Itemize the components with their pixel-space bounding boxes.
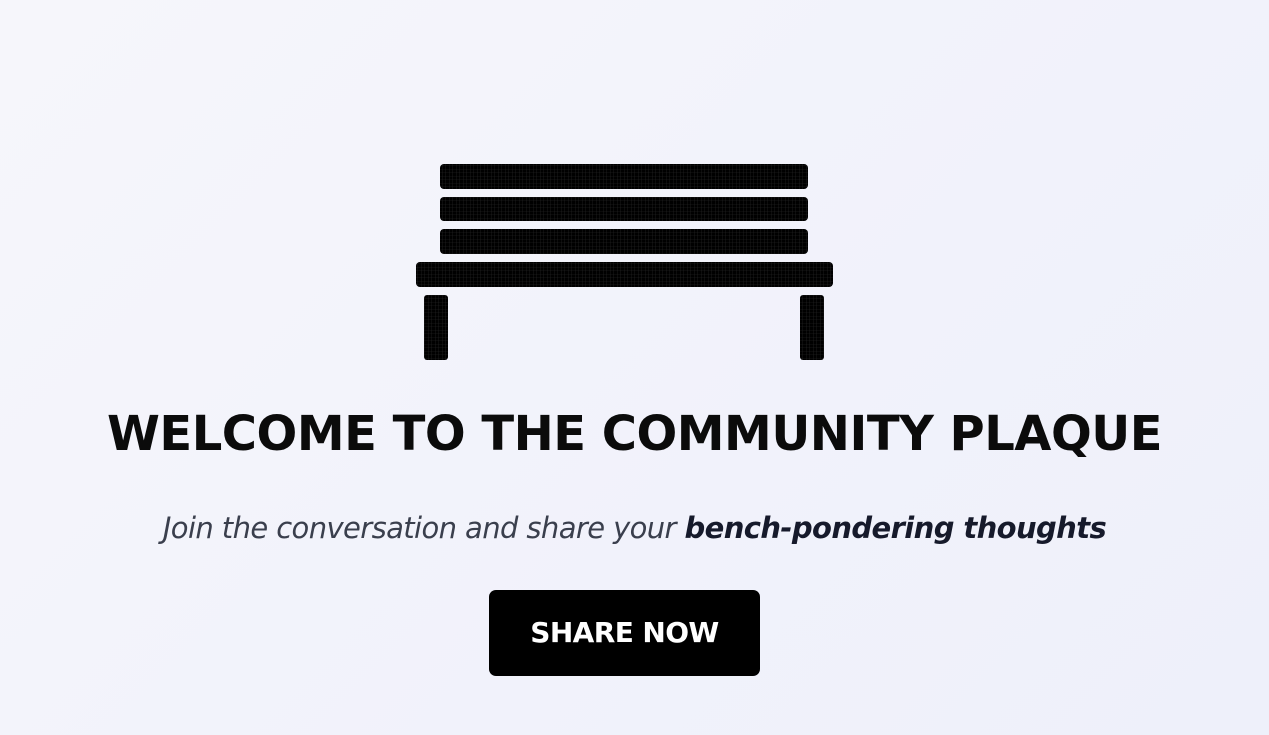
bench-leg-left [424,295,448,360]
hero-section: WELCOME TO THE COMMUNITY PLAQUE Join the… [0,0,1269,735]
tagline: Join the conversation and share your ben… [0,506,1269,550]
bench-backrest-slat-top [440,164,808,189]
bench-backrest-slat-bottom [440,229,808,254]
tagline-lead: Join the conversation and share your [162,511,685,545]
bench-leg-right [800,295,824,360]
bench-icon [414,162,834,362]
tagline-emphasis: bench-pondering thoughts [684,511,1107,545]
page-title: WELCOME TO THE COMMUNITY PLAQUE [106,406,1163,462]
bench-seat [416,262,833,287]
bench-backrest-slat-middle [440,197,808,221]
share-now-button[interactable]: SHARE NOW [489,590,760,676]
